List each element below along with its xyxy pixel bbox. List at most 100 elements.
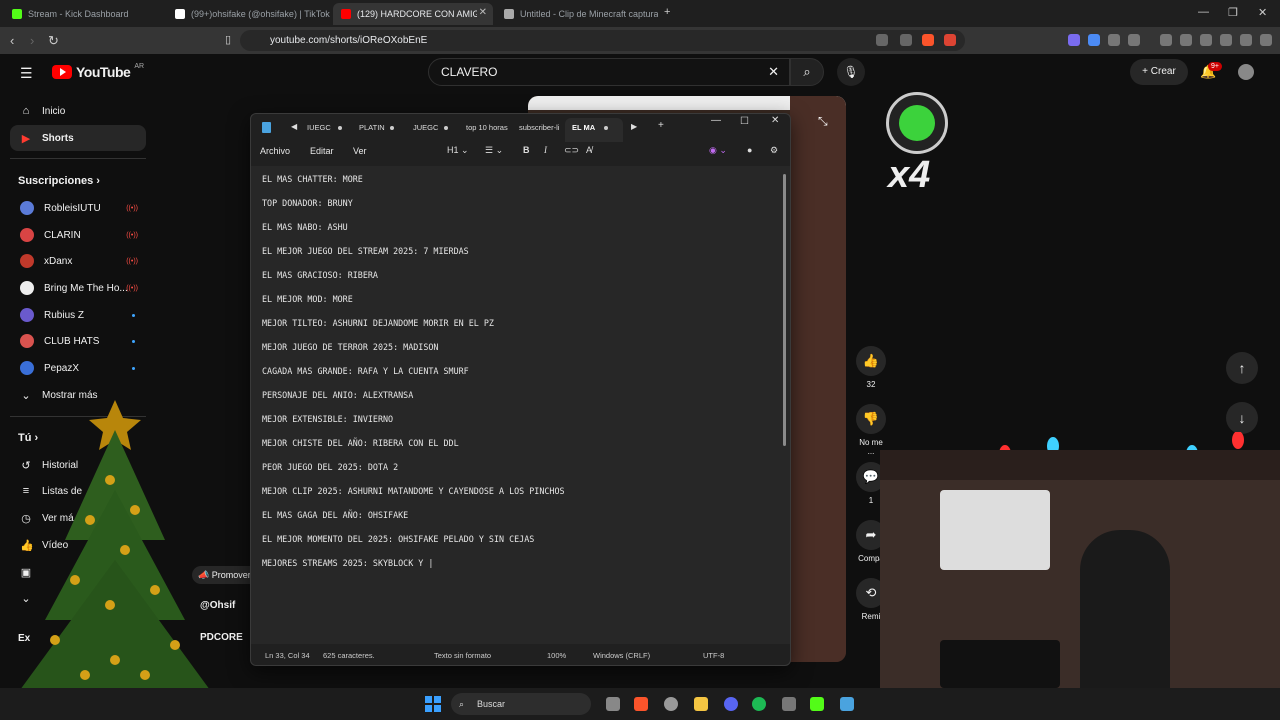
browser-tab[interactable]: (99+)ohsifake (@ohsifake) | TikTok: [167, 3, 331, 25]
link-icon[interactable]: ⊂⊃: [564, 145, 579, 156]
sidebar-item-subscription[interactable]: RobleisIUTU ((•)): [10, 195, 146, 221]
minimize-icon[interactable]: —: [711, 115, 721, 126]
discord-icon[interactable]: [724, 697, 738, 711]
media-icon[interactable]: [1160, 34, 1172, 46]
sidebar-item-label: Shorts: [42, 132, 74, 144]
wallet-icon[interactable]: [1200, 34, 1212, 46]
leo-icon[interactable]: [1220, 34, 1232, 46]
file-explorer-icon[interactable]: [694, 697, 708, 711]
next-short-button[interactable]: ↓: [1226, 402, 1258, 434]
start-button[interactable]: [425, 696, 441, 712]
channel-handle[interactable]: @Ohsif: [200, 600, 235, 611]
live-icon: ((•)): [126, 257, 138, 265]
sidebar-icon[interactable]: [1180, 34, 1192, 46]
notepad-tab[interactable]: subscriber-li: [519, 123, 565, 132]
fullscreen-icon[interactable]: ⤡: [818, 114, 828, 129]
search-label: Buscar: [477, 699, 506, 709]
sidebar-item-subscription[interactable]: PepazX: [10, 355, 146, 381]
task-view-icon[interactable]: [606, 697, 620, 711]
brave-shield-icon[interactable]: [922, 34, 934, 46]
menu-archivo[interactable]: Archivo: [260, 146, 290, 156]
notepad-text-area[interactable]: EL MAS CHATTER: MORE TOP DONADOR: BRUNY …: [251, 166, 790, 644]
notepad-app-icon: [262, 122, 271, 133]
reload-icon[interactable]: ↻: [48, 33, 59, 49]
mic-icon: 🎙: [843, 65, 859, 79]
rewards-icon[interactable]: [944, 34, 956, 46]
browser-tab[interactable]: Stream - Kick Dashboard: [4, 3, 164, 25]
avatar[interactable]: [1238, 64, 1254, 80]
extension-icon[interactable]: [1108, 34, 1120, 46]
sidebar-item-subscription[interactable]: Rubius Z: [10, 302, 146, 328]
clear-format-icon[interactable]: A̸: [586, 145, 592, 155]
menu-editar[interactable]: Editar: [310, 146, 334, 156]
extension-icon[interactable]: [1128, 34, 1140, 46]
vertical-scrollbar[interactable]: [783, 174, 786, 446]
close-icon[interactable]: ✕: [771, 115, 779, 126]
webcam-poster: [940, 490, 1050, 570]
vpn-icon[interactable]: [1240, 34, 1252, 46]
channel-avatar: [20, 201, 34, 215]
sidebar-item-shorts[interactable]: ▶ Shorts: [10, 125, 146, 151]
scroll-tabs-left-icon[interactable]: ◀: [291, 122, 297, 131]
list-dropdown-icon[interactable]: ☰ ⌄: [485, 145, 503, 156]
sidebar-item-subscription[interactable]: CLUB HATS: [10, 328, 146, 354]
heading-dropdown[interactable]: H1 ⌄: [447, 145, 469, 156]
text-line: EL MEJOR JUEGO DEL STREAM 2025: 7 MIERDA…: [262, 246, 469, 256]
forward-icon[interactable]: ›: [30, 33, 34, 48]
sidebar-item-subscription[interactable]: Bring Me The Ho... ((•)): [10, 275, 146, 301]
scroll-tabs-right-icon[interactable]: ▶: [631, 122, 637, 131]
maximize-icon[interactable]: ❐: [1228, 6, 1238, 19]
zoom-level[interactable]: 100%: [547, 651, 566, 660]
sidebar-item-subscription[interactable]: CLARIN ((•)): [10, 222, 146, 248]
channel-name: Bring Me The Ho...: [44, 282, 128, 294]
youtube-logo[interactable]: YouTube AR: [52, 63, 144, 80]
sidebar-item-home[interactable]: ⌂ Inicio: [10, 98, 146, 124]
notepad-tab[interactable]: PLATIN: [359, 123, 385, 132]
extension-icon[interactable]: [1068, 34, 1080, 46]
settings-app-icon[interactable]: [664, 697, 678, 711]
notepad-tab[interactable]: IUEGC: [307, 123, 335, 132]
notepad-app-icon[interactable]: [840, 697, 854, 711]
create-button[interactable]: + Crear: [1130, 59, 1188, 85]
copilot-icon[interactable]: ◉ ⌄: [709, 145, 727, 156]
bold-icon[interactable]: B: [523, 145, 530, 155]
browser-tab[interactable]: Untitled - Clip de Minecraft capturad: [496, 3, 658, 25]
url-field[interactable]: youtube.com/shorts/iOReOXobEnE: [240, 30, 965, 51]
text-line: PEOR JUEGO DEL 2025: DOTA 2: [262, 462, 399, 472]
settings-gear-icon[interactable]: ⚙: [770, 145, 778, 156]
kick-app-icon[interactable]: [810, 697, 824, 711]
menu-ver[interactable]: Ver: [353, 146, 367, 156]
app-icon[interactable]: [782, 697, 796, 711]
italic-icon[interactable]: I: [544, 145, 547, 155]
back-icon[interactable]: ‹: [10, 33, 14, 48]
close-window-icon[interactable]: ✕: [1258, 6, 1267, 19]
notepad-tab[interactable]: top 10 horas: [466, 123, 514, 132]
new-tab-icon[interactable]: +: [658, 120, 664, 131]
taskbar-search[interactable]: ⌕ Buscar: [451, 693, 591, 715]
close-tab-icon[interactable]: ✕: [479, 7, 487, 18]
spotify-icon[interactable]: [752, 697, 766, 711]
subscriptions-header[interactable]: Suscripciones ›: [18, 175, 100, 187]
brave-icon[interactable]: [634, 697, 648, 711]
sidebar-item-subscription[interactable]: xDanx ((•)): [10, 248, 146, 274]
search-input[interactable]: CLAVERO ✕: [428, 58, 790, 86]
maximize-icon[interactable]: ☐: [740, 116, 749, 127]
extension-icon[interactable]: [1088, 34, 1100, 46]
hamburger-menu-icon[interactable]: ☰: [20, 65, 33, 82]
new-tab-icon[interactable]: +: [664, 6, 670, 18]
clear-search-icon[interactable]: ✕: [768, 59, 779, 85]
cast-icon[interactable]: [876, 34, 888, 46]
notepad-tab-active[interactable]: EL MA: [572, 123, 602, 132]
share-icon[interactable]: [900, 34, 912, 46]
search-button[interactable]: ⌕: [790, 58, 824, 86]
minimize-icon[interactable]: —: [1198, 6, 1209, 18]
christmas-tree-overlay: [20, 400, 210, 690]
notepad-tab[interactable]: JUEGC: [413, 123, 439, 132]
bookmark-icon[interactable]: ▯: [225, 33, 231, 46]
menu-icon[interactable]: [1260, 34, 1272, 46]
browser-tab-active[interactable]: (129) HARDCORE CON AMIGOS ✕: [333, 3, 493, 25]
account-icon[interactable]: ●: [747, 145, 752, 155]
previous-short-button[interactable]: ↑: [1226, 352, 1258, 384]
voice-search-button[interactable]: 🎙: [837, 58, 865, 86]
like-button[interactable]: 👍 32: [856, 346, 886, 389]
